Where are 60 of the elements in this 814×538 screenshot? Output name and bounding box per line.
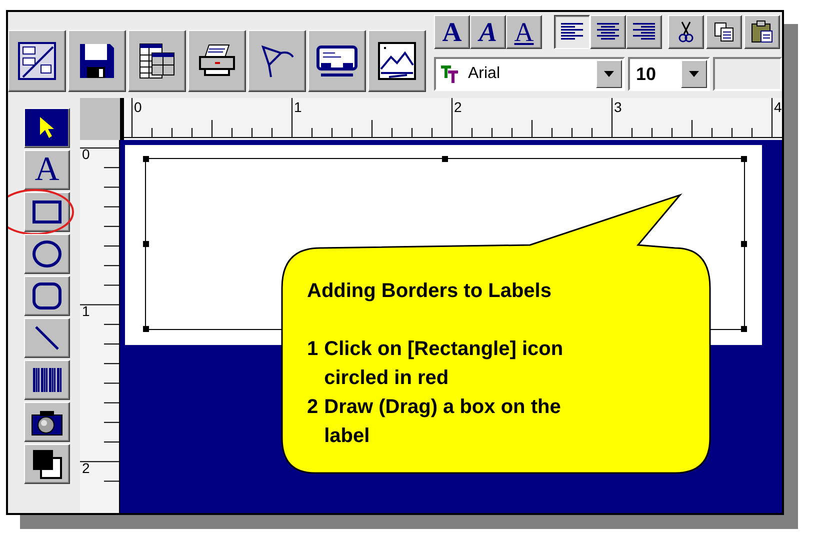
input-field[interactable] [713, 57, 782, 91]
font-dropdown[interactable]: Arial [434, 57, 625, 91]
resize-handle[interactable] [741, 241, 747, 247]
resize-handle[interactable] [741, 156, 747, 162]
underline-button[interactable]: A [506, 15, 542, 49]
step-number: 1 [307, 337, 318, 362]
ruler-label: 3 [614, 99, 622, 115]
ruler-label: 1 [294, 99, 302, 115]
resize-handle[interactable] [143, 156, 149, 162]
tables-icon[interactable] [128, 30, 186, 92]
ruler-label: 4 [774, 99, 782, 115]
barcode-tool-button[interactable] [24, 360, 70, 400]
step-number: 2 [307, 395, 318, 420]
ruler-corner [80, 98, 120, 140]
align-left-icon [560, 22, 584, 42]
rectangle-tool-button[interactable] [24, 192, 70, 232]
label-printer-icon[interactable] [308, 30, 366, 92]
printer-icon[interactable] [188, 30, 246, 92]
label-design-button[interactable] [8, 30, 66, 92]
align-center-button[interactable] [590, 15, 626, 49]
paste-icon[interactable] [744, 15, 780, 49]
rounded-rectangle-tool-button[interactable] [24, 276, 70, 316]
dropdown-arrow-icon [604, 71, 614, 77]
pointer-tool-button[interactable] [24, 108, 70, 148]
cut-icon[interactable] [668, 15, 704, 49]
align-left-button[interactable] [554, 15, 590, 49]
ruler-label: 0 [82, 146, 90, 162]
resize-handle[interactable] [442, 156, 448, 162]
font-size-dropdown[interactable]: 10 [628, 57, 710, 91]
text-tool-button[interactable]: A [24, 150, 70, 190]
save-icon[interactable] [68, 30, 126, 92]
step-text: Draw (Drag) a box on the label [324, 395, 562, 449]
align-center-icon [596, 22, 620, 42]
resize-handle[interactable] [741, 326, 747, 332]
resize-handle[interactable] [143, 241, 149, 247]
barcode-icon [31, 365, 63, 395]
color-icon [31, 448, 63, 480]
dropdown-arrow-icon [689, 71, 699, 77]
bold-button[interactable]: A [434, 15, 470, 49]
step-text: Click on [Rectangle] icon circled in red [324, 337, 564, 391]
rounded-rectangle-icon [31, 281, 63, 311]
font-icon [440, 64, 460, 84]
ruler-label: 0 [134, 99, 142, 115]
camera-tool-button[interactable] [24, 402, 70, 442]
italic-button[interactable]: A [470, 15, 506, 49]
align-right-button[interactable] [626, 15, 662, 49]
line-tool-button[interactable] [24, 318, 70, 358]
ruler-label: 2 [454, 99, 462, 115]
copy-icon[interactable] [706, 15, 742, 49]
image-icon[interactable] [368, 30, 426, 92]
align-right-icon [632, 22, 656, 42]
pen-tool-icon[interactable] [248, 30, 306, 92]
ruler-label: 2 [82, 460, 90, 476]
rectangle-icon [31, 199, 63, 225]
ellipse-icon [31, 239, 63, 269]
color-tool-button[interactable] [24, 444, 70, 484]
callout-title: Adding Borders to Labels [307, 279, 552, 304]
ruler-label: 1 [82, 303, 90, 319]
resize-handle[interactable] [143, 326, 149, 332]
ellipse-tool-button[interactable] [24, 234, 70, 274]
